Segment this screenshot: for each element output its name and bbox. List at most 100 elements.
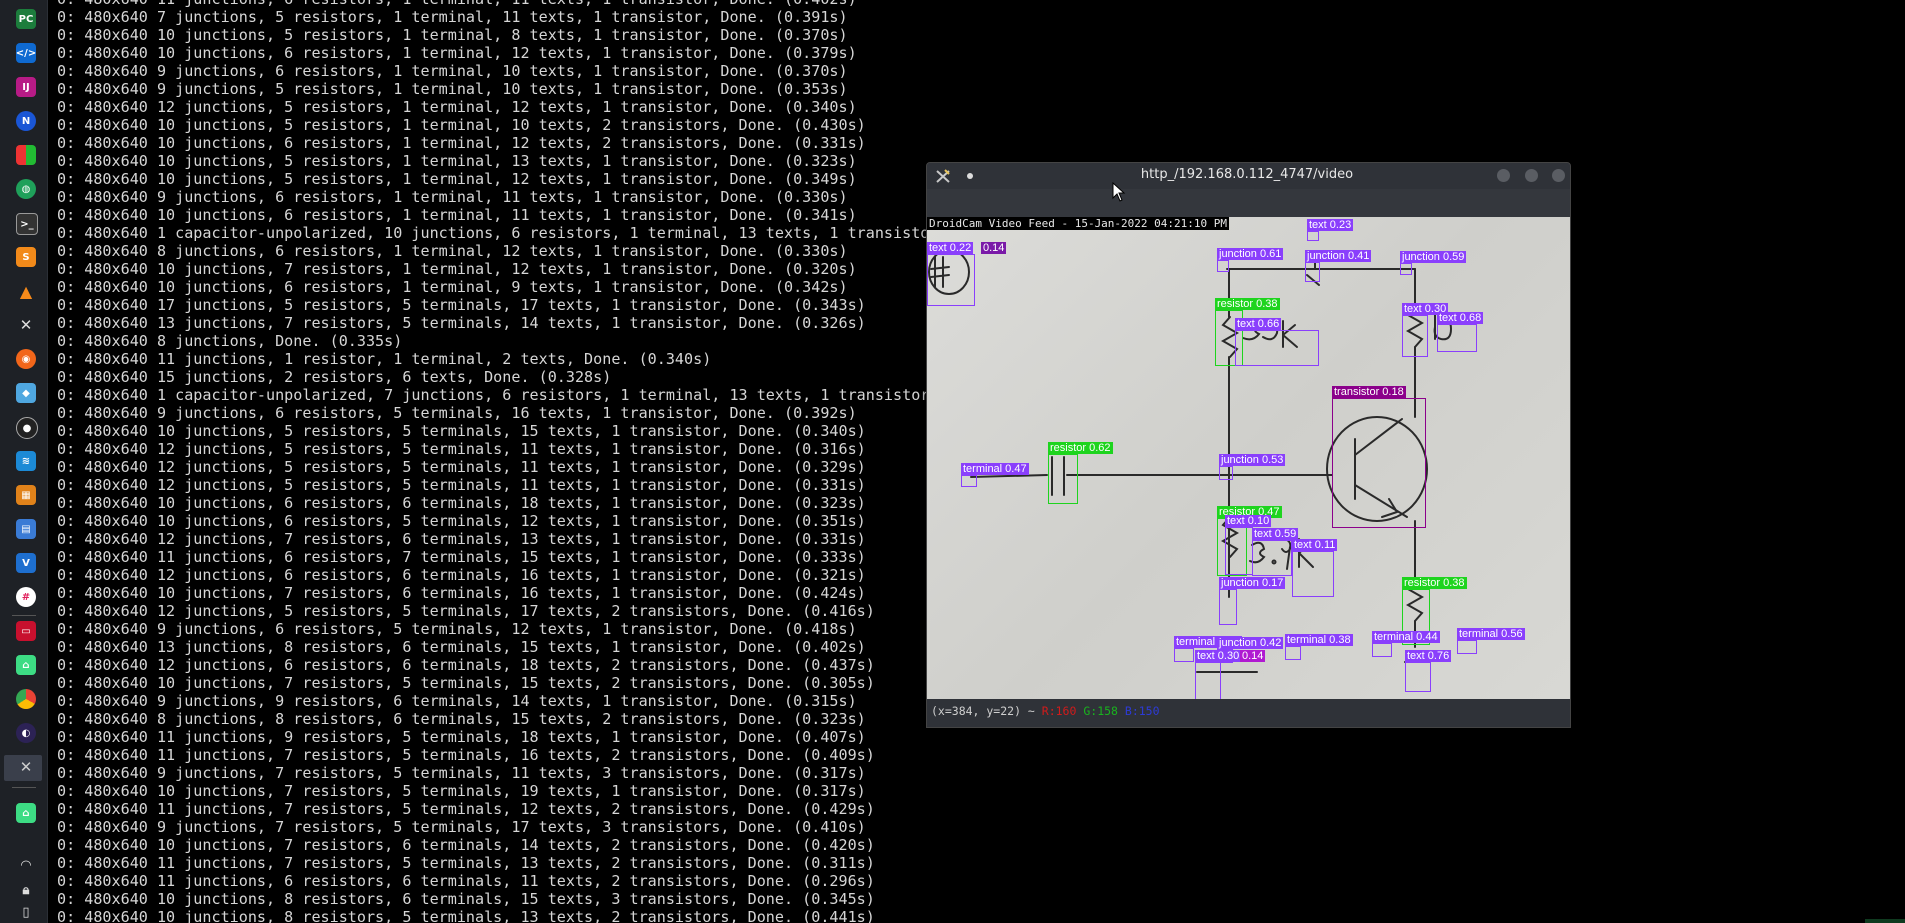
detection-box — [1400, 263, 1412, 275]
files-icon[interactable]: ▤ — [16, 519, 36, 539]
video-feed[interactable]: DroidCam Video Feed - 15-Jan-2022 04:21:… — [927, 217, 1570, 699]
window-toolbar — [927, 189, 1570, 217]
android-icon[interactable]: ⌂ — [16, 655, 36, 675]
minimize-button[interactable] — [1497, 169, 1510, 182]
firefox-icon[interactable]: ◉ — [16, 349, 36, 369]
detection-box — [1437, 324, 1477, 352]
docker-icon[interactable]: ≋ — [16, 451, 36, 471]
detection-label: text 0.66 — [1235, 318, 1282, 330]
maximize-button[interactable] — [1525, 169, 1538, 182]
terminal-line: 0: 480x640 11 junctions, 7 resistors, 5 … — [57, 800, 875, 818]
terminal-line: 0: 480x640 10 junctions, 7 resistors, 5 … — [57, 782, 866, 800]
detection-label: text 0.11 — [1292, 539, 1338, 551]
detection-label: transistor 0.18 — [1332, 386, 1406, 398]
slack-icon[interactable]: # — [16, 587, 36, 607]
intellij-icon[interactable]: IJ — [16, 77, 36, 97]
app-grid-icon[interactable] — [16, 145, 36, 165]
detection-label: junction 0.41 — [1305, 250, 1372, 262]
app-icon — [936, 169, 950, 183]
sublime-icon[interactable]: S — [16, 247, 36, 267]
terminal-line: 0: 480x640 9 junctions, 7 resistors, 5 t… — [57, 764, 866, 782]
detection-label: terminal 0.47 — [961, 463, 1029, 475]
detection-box — [1219, 589, 1237, 625]
detection-label: text 0.10 — [1225, 515, 1272, 527]
wifi-icon[interactable]: ◠ — [16, 855, 36, 875]
detection-label: junction 0.17 — [1219, 577, 1286, 589]
detection-label: text 0.30 — [1195, 650, 1242, 662]
green-readout: G:158 — [1083, 704, 1118, 718]
browser-icon[interactable]: N — [16, 111, 36, 131]
terminal-line: 0: 480x640 12 junctions, 5 resistors, 1 … — [57, 98, 857, 116]
detection-box — [1372, 643, 1392, 657]
detection-box — [1252, 540, 1292, 576]
vlc-icon[interactable]: ▲ — [16, 281, 36, 301]
storage-icon[interactable]: ▯ — [16, 902, 36, 922]
chrome-icon[interactable] — [16, 689, 36, 709]
terminal-line: 0: 480x640 10 junctions, 5 resistors, 1 … — [57, 116, 866, 134]
detection-box — [1405, 662, 1431, 692]
android-studio-icon[interactable]: ⌂ — [16, 803, 36, 823]
corner-indicator — [1865, 919, 1905, 923]
lock-icon[interactable]: 🔒︎ — [16, 880, 36, 900]
terminal-line: 0: 480x640 10 junctions, 7 resistors, 6 … — [57, 836, 875, 854]
pycharm-icon[interactable]: PC — [16, 9, 36, 29]
archive-icon[interactable]: ▦ — [16, 485, 36, 505]
detection-label: 0.14 — [981, 242, 1007, 254]
terminal-line: 0: 480x640 11 junctions, 6 resistors, 1 … — [57, 0, 1084, 8]
detection-box — [1457, 640, 1477, 654]
terminal-line: 0: 480x640 10 junctions, 5 resistors, 1 … — [57, 26, 848, 44]
terminal-line: 0: 480x640 9 junctions, 5 resistors, 1 t… — [57, 80, 848, 98]
terminal-line: 0: 480x640 9 junctions, 6 resistors, 1 t… — [57, 62, 848, 80]
terminal-line: 0: 480x640 7 junctions, 5 resistors, 1 t… — [57, 8, 848, 26]
blue-readout: B:150 — [1124, 704, 1160, 718]
detection-box — [1219, 466, 1233, 480]
window-title: http_/192.168.0.112_4747/video — [1140, 167, 1354, 182]
vs-icon[interactable]: V — [16, 553, 36, 573]
terminal-icon[interactable]: >_ — [16, 213, 38, 235]
mouse-cursor-icon — [1112, 182, 1126, 202]
pin-icon[interactable] — [967, 173, 973, 179]
detection-box — [1195, 662, 1221, 699]
globe-icon[interactable]: ◍ — [16, 179, 36, 199]
detection-label: text 0.68 — [1437, 312, 1484, 324]
github-icon[interactable]: ● — [16, 417, 38, 439]
terminal-line: 0: 480x640 10 junctions, 6 resistors, 1 … — [57, 134, 866, 152]
detection-box — [1048, 454, 1078, 504]
monitor-icon[interactable]: ▭ — [16, 621, 36, 641]
detection-label: text 0.23 — [1307, 219, 1354, 231]
detection-label: resistor 0.38 — [1402, 577, 1467, 589]
detection-label: 0.14 — [1240, 650, 1266, 662]
detection-box — [1307, 231, 1319, 241]
close-button[interactable] — [1552, 169, 1565, 182]
terminal-line: 0: 480x640 11 junctions, 7 resistors, 5 … — [57, 746, 875, 764]
window-statusbar: (x=384, y=22) ~ R:160 G:158 B:150 — [927, 699, 1570, 727]
video-window[interactable]: http_/192.168.0.112_4747/video DroidCam … — [926, 162, 1571, 728]
eclipse-icon[interactable]: ◐ — [16, 723, 36, 743]
opencv-window-icon[interactable]: ✕ — [16, 757, 36, 777]
detection-box — [1305, 262, 1320, 282]
terminal-line: 0: 480x640 10 junctions, 8 resistors, 5 … — [57, 908, 875, 923]
detection-label: terminal 0.44 — [1372, 631, 1440, 643]
tools-icon[interactable]: ✕ — [16, 315, 36, 335]
vscode-icon[interactable]: </> — [16, 43, 36, 63]
detection-label: resistor 0.38 — [1215, 298, 1280, 310]
package-icon[interactable]: ◆ — [16, 383, 36, 403]
detection-label: junction 0.59 — [1400, 251, 1467, 263]
application-dock: PC </> IJ N ◍ >_ S ▲ ✕ ◉ ◆ ● ≋ ▦ ▤ V # ▭… — [0, 0, 48, 923]
terminal-line: 0: 480x640 10 junctions, 6 resistors, 1 … — [57, 44, 857, 62]
terminal-line: 0: 480x640 11 junctions, 7 resistors, 5 … — [57, 854, 875, 872]
detection-box — [1402, 315, 1428, 357]
detection-box — [961, 475, 977, 487]
coords-readout: (x=384, y=22) ~ — [931, 704, 1042, 718]
terminal-line: 0: 480x640 10 junctions, 8 resistors, 6 … — [57, 890, 875, 908]
window-titlebar[interactable]: http_/192.168.0.112_4747/video — [927, 163, 1570, 189]
detection-box — [1225, 527, 1253, 575]
red-readout: R:160 — [1041, 704, 1077, 718]
detection-box — [927, 254, 975, 306]
pixel-readout: (x=384, y=22) ~ R:160 G:158 B:150 — [931, 704, 1160, 718]
detection-box — [1332, 398, 1426, 528]
dock-separator — [12, 787, 36, 788]
terminal-line: 0: 480x640 9 junctions, 7 resistors, 5 t… — [57, 818, 866, 836]
detection-label: text 0.76 — [1405, 650, 1452, 662]
dock-separator — [12, 615, 36, 616]
